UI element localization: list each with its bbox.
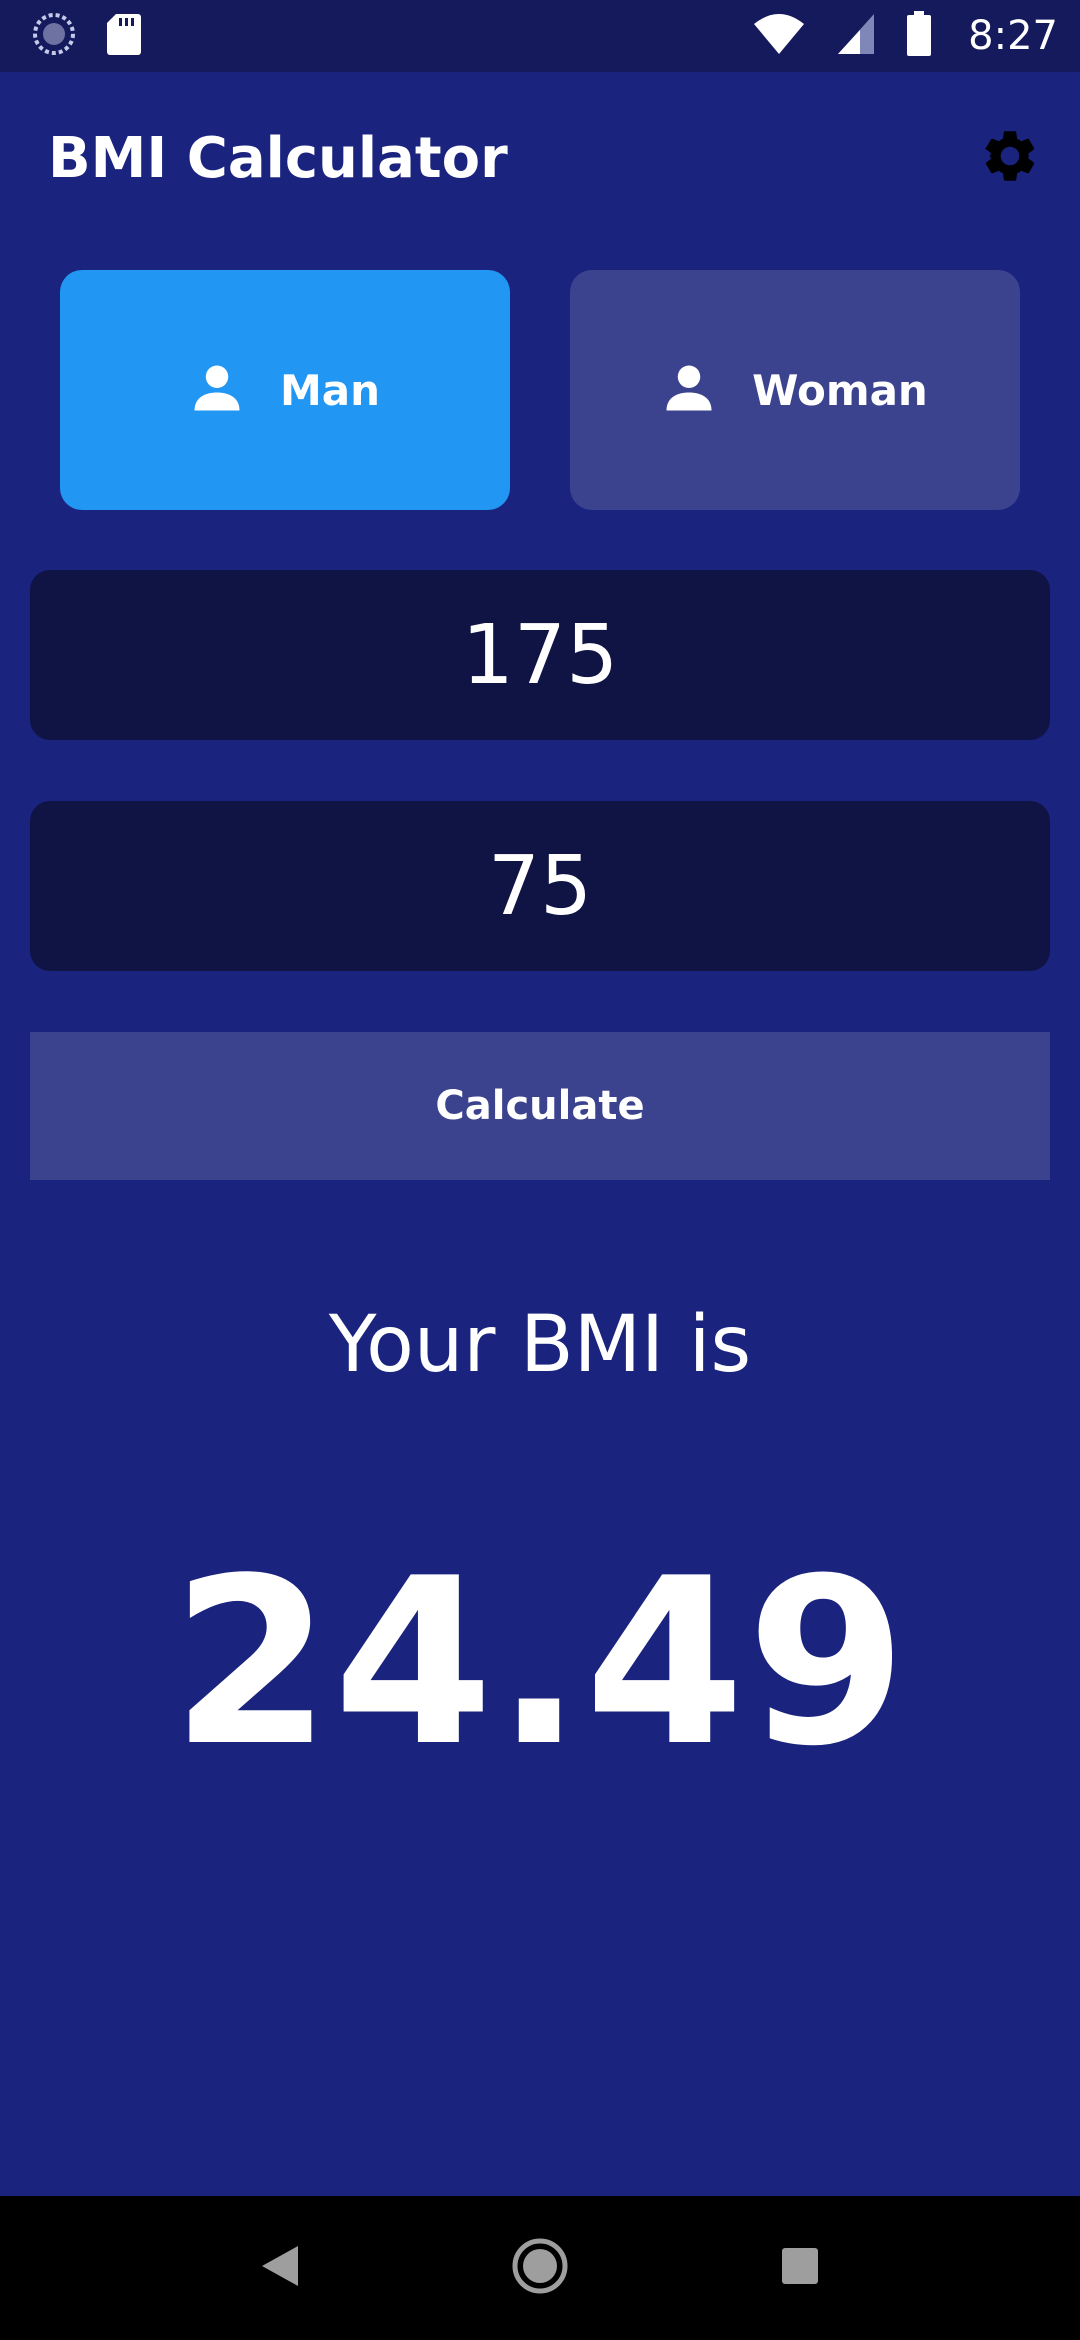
result-label: Your BMI is	[328, 1300, 752, 1390]
settings-button[interactable]	[970, 118, 1050, 198]
home-button[interactable]	[495, 2223, 585, 2313]
calculate-button[interactable]: Calculate	[30, 1032, 1050, 1180]
person-icon	[190, 361, 244, 419]
back-icon	[260, 2244, 300, 2292]
sd-card-icon	[106, 12, 142, 60]
status-time: 8:27	[968, 13, 1058, 59]
status-right: 8:27	[752, 11, 1058, 61]
signal-icon	[836, 12, 876, 60]
gender-woman-label: Woman	[752, 365, 928, 415]
calculate-label: Calculate	[435, 1083, 645, 1129]
height-input[interactable]: 175	[30, 570, 1050, 740]
home-icon	[511, 2237, 569, 2299]
app-title: BMI Calculator	[48, 125, 508, 191]
sync-icon	[32, 12, 76, 60]
gender-man-card[interactable]: Man	[60, 270, 510, 510]
height-value: 175	[461, 607, 619, 703]
navigation-bar	[0, 2196, 1080, 2340]
battery-icon	[906, 11, 932, 61]
person-icon	[662, 361, 716, 419]
gear-icon	[979, 125, 1041, 191]
recents-button[interactable]	[755, 2223, 845, 2313]
back-button[interactable]	[235, 2223, 325, 2313]
recents-icon	[780, 2246, 820, 2290]
status-bar: 8:27	[0, 0, 1080, 72]
weight-value: 75	[487, 838, 593, 934]
app-bar: BMI Calculator	[0, 72, 1080, 244]
bmi-value: 24.49	[171, 1530, 909, 1797]
weight-input[interactable]: 75	[30, 801, 1050, 971]
wifi-icon	[752, 12, 806, 60]
gender-woman-card[interactable]: Woman	[570, 270, 1020, 510]
status-left	[32, 12, 142, 60]
gender-man-label: Man	[279, 365, 381, 415]
